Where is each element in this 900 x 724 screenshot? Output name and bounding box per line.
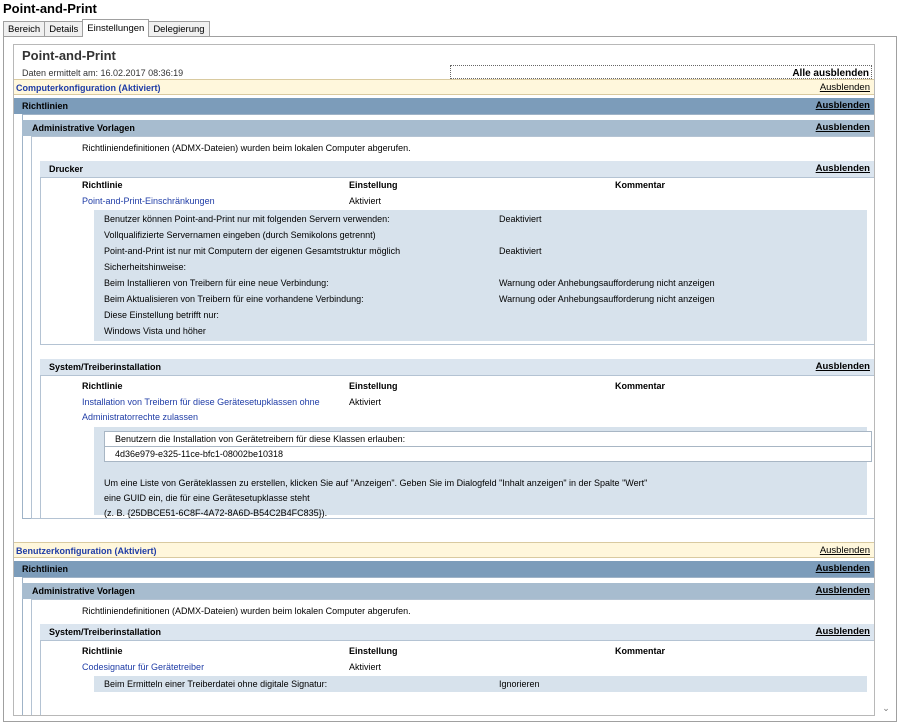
printer-detail-label: Benutzer können Point-and-Print nur mit … — [104, 214, 390, 224]
user-driver-col-policy: Richtlinie — [82, 646, 123, 656]
driver-help-text: (z. B. {25DBCE51-6C8F-4A72-8A6D-B54C2B4F… — [104, 508, 328, 518]
tab-bar: Bereich Details Einstellungen Delegierun… — [3, 19, 210, 37]
gpo-report: Point-and-Print Daten ermittelt am: 16.0… — [13, 44, 875, 716]
chevron-down-icon[interactable]: ⌄ — [880, 702, 892, 714]
computer-config-header[interactable]: Computerkonfiguration (Aktiviert) Ausble… — [14, 79, 874, 96]
driver-help-text: Um eine Liste von Geräteklassen zu erste… — [104, 478, 648, 488]
user-config-title: Benutzerkonfiguration (Aktiviert) — [16, 546, 157, 556]
computer-admin-templates-header[interactable]: Administrative Vorlagen Ausblenden — [22, 120, 874, 136]
computer-admin-templates-hide-link[interactable]: Ausblenden — [816, 120, 870, 136]
printer-detail-label: Beim Installieren von Treibern für eine … — [104, 278, 329, 288]
printer-detail-label: Point-and-Print ist nur mit Computern de… — [104, 246, 401, 256]
driver-class-guid: 4d36e979-e325-11ce-bfc1-08002be10318 — [115, 449, 283, 459]
user-driver-detail-label: Beim Ermitteln einer Treiberdatei ohne d… — [104, 679, 328, 689]
printer-col-comment: Kommentar — [615, 180, 666, 190]
driver-install-title: System/Treiberinstallation — [49, 362, 162, 372]
driver-col-setting: Einstellung — [349, 381, 398, 391]
printer-detail-value: Deaktiviert — [499, 246, 542, 256]
printer-detail-label: Windows Vista und höher — [104, 326, 206, 336]
printer-hide-link[interactable]: Ausblenden — [816, 161, 870, 177]
user-driver-policy-name[interactable]: Codesignatur für Gerätetreiber — [82, 662, 204, 672]
tab-delegierung[interactable]: Delegierung — [148, 21, 210, 37]
user-driver-col-setting: Einstellung — [349, 646, 398, 656]
driver-policy-name[interactable]: Installation von Treibern für diese Gerä… — [82, 397, 320, 407]
user-config-header[interactable]: Benutzerkonfiguration (Aktiviert) Ausble… — [14, 542, 874, 559]
hide-all-button[interactable]: Alle ausblenden — [450, 65, 872, 79]
printer-detail-label: Vollqualifizierte Servernamen eingeben (… — [104, 230, 376, 240]
user-driver-install-header[interactable]: System/Treiberinstallation Ausblenden — [40, 624, 874, 640]
user-admin-templates-header[interactable]: Administrative Vorlagen Ausblenden — [22, 583, 874, 599]
printer-header[interactable]: Drucker Ausblenden — [40, 161, 874, 177]
driver-class-table-title: Benutzern die Installation von Gerätetre… — [115, 434, 406, 444]
printer-detail-label: Sicherheitshinweise: — [104, 262, 187, 272]
user-policies-header[interactable]: Richtlinien Ausblenden — [14, 561, 874, 577]
user-driver-col-comment: Kommentar — [615, 646, 666, 656]
computer-policies-header[interactable]: Richtlinien Ausblenden — [14, 98, 874, 114]
printer-col-policy: Richtlinie — [82, 180, 123, 190]
driver-policy-name-cont[interactable]: Administratorrechte zulassen — [82, 412, 198, 422]
printer-policy-value: Aktiviert — [349, 196, 382, 206]
printer-detail-value: Warnung oder Anhebungsaufforderung nicht… — [499, 294, 715, 304]
tab-einstellungen[interactable]: Einstellungen — [82, 19, 150, 37]
user-driver-install-hide-link[interactable]: Ausblenden — [816, 624, 870, 640]
driver-help-text: eine GUID ein, die für eine Gerätesetupk… — [104, 493, 310, 503]
user-admin-templates-hide-link[interactable]: Ausblenden — [816, 583, 870, 599]
computer-policies-title: Richtlinien — [22, 101, 69, 111]
printer-policy-name[interactable]: Point-and-Print-Einschränkungen — [82, 196, 215, 206]
window-title: Point-and-Print — [3, 1, 97, 16]
user-policies-title: Richtlinien — [22, 564, 69, 574]
tab-details[interactable]: Details — [44, 21, 84, 37]
user-policies-hide-link[interactable]: Ausblenden — [816, 561, 870, 577]
printer-title: Drucker — [49, 164, 84, 174]
user-driver-install-title: System/Treiberinstallation — [49, 627, 162, 637]
printer-col-setting: Einstellung — [349, 180, 398, 190]
user-admin-templates-title: Administrative Vorlagen — [32, 586, 135, 596]
driver-policy-value: Aktiviert — [349, 397, 382, 407]
settings-panel: Point-and-Print Daten ermittelt am: 16.0… — [3, 36, 897, 722]
computer-config-title: Computerkonfiguration (Aktiviert) — [16, 83, 161, 93]
printer-detail-label: Beim Aktualisieren von Treibern für eine… — [104, 294, 364, 304]
user-driver-detail-value: Ignorieren — [499, 679, 540, 689]
tab-bereich[interactable]: Bereich — [3, 21, 46, 37]
driver-install-header[interactable]: System/Treiberinstallation Ausblenden — [40, 359, 874, 375]
computer-config-hide-link[interactable]: Ausblenden — [820, 80, 870, 96]
driver-col-comment: Kommentar — [615, 381, 666, 391]
computer-admx-note: Richtliniendefinitionen (ADMX-Dateien) w… — [82, 143, 411, 153]
computer-policies-hide-link[interactable]: Ausblenden — [816, 98, 870, 114]
user-driver-policy-value: Aktiviert — [349, 662, 382, 672]
report-date: Daten ermittelt am: 16.02.2017 08:36:19 — [22, 68, 184, 78]
printer-detail-value: Warnung oder Anhebungsaufforderung nicht… — [499, 278, 715, 288]
driver-col-policy: Richtlinie — [82, 381, 123, 391]
printer-detail-label: Diese Einstellung betrifft nur: — [104, 310, 219, 320]
user-admx-note: Richtliniendefinitionen (ADMX-Dateien) w… — [82, 606, 411, 616]
vertical-scrollbar[interactable]: ⌄ — [879, 44, 893, 716]
driver-install-hide-link[interactable]: Ausblenden — [816, 359, 870, 375]
report-title: Point-and-Print — [22, 48, 116, 63]
user-config-hide-link[interactable]: Ausblenden — [820, 543, 870, 559]
printer-detail-value: Deaktiviert — [499, 214, 542, 224]
computer-admin-templates-title: Administrative Vorlagen — [32, 123, 135, 133]
